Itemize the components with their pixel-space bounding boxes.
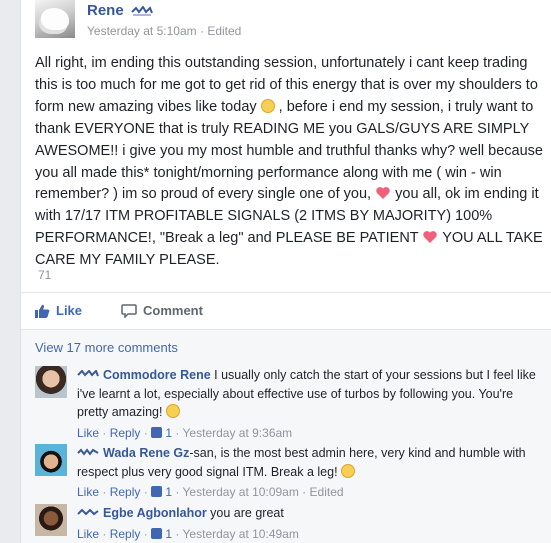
comment-meta: Like · Reply · 1 · Yesterday at 9:36am <box>77 425 293 440</box>
commenter-name[interactable]: Wada Rene Gz <box>103 446 189 460</box>
name-decoration-icon <box>77 448 99 456</box>
comment-time[interactable]: Yesterday at 10:49am <box>183 527 299 541</box>
comment-reply-link[interactable]: Reply <box>110 527 141 541</box>
comment-reply-link[interactable]: Reply <box>110 426 141 440</box>
smile-emoji-icon <box>165 404 180 418</box>
smile-emoji-icon <box>341 463 356 478</box>
commenter-name[interactable]: Egbe Agbonlahor <box>103 506 207 520</box>
comment-like-count[interactable]: 1 <box>165 485 172 499</box>
heart-emoji-icon <box>423 231 438 244</box>
like-count[interactable]: 71 <box>38 268 51 282</box>
post-timestamp: Yesterday at 5:10am · Edited <box>87 24 242 38</box>
author-avatar[interactable] <box>35 0 75 38</box>
like-badge-icon <box>151 426 163 438</box>
comment-like-link[interactable]: Like <box>77 527 99 541</box>
comment-like-count[interactable]: 1 <box>165 426 172 440</box>
comment-body: Wada Rene Gz-san, is the most best admin… <box>77 444 545 502</box>
author-name[interactable]: Rene <box>87 2 124 19</box>
post-body: All right, im ending this outstanding se… <box>35 53 550 272</box>
comment-body: Commodore Rene I usually only catch the … <box>77 366 545 442</box>
name-decoration-icon <box>77 370 99 377</box>
like-badge-icon <box>151 486 163 497</box>
comment-like-link[interactable]: Like <box>77 485 99 499</box>
comment-meta: Like · Reply · 1 · Yesterday at 10:49am <box>77 526 299 541</box>
name-decoration-icon <box>77 508 99 516</box>
comment-edited-label[interactable]: Edited <box>310 485 344 499</box>
name-decoration-icon <box>131 6 153 16</box>
comment-label: Comment <box>143 303 203 318</box>
comment-reply-link[interactable]: Reply <box>110 485 141 499</box>
comment-body: Egbe Agbonlahor you are great Like · Rep… <box>77 504 545 543</box>
like-button[interactable]: Like <box>35 303 82 318</box>
edited-label[interactable]: Edited <box>207 24 241 38</box>
comment-bubble-icon <box>121 303 137 318</box>
like-label: Like <box>56 303 83 318</box>
comment-button[interactable]: Comment <box>121 303 551 318</box>
divider <box>21 292 551 293</box>
comment-time[interactable]: Yesterday at 10:09am <box>183 485 299 499</box>
view-more-comments-link[interactable]: View 17 more comments <box>35 340 178 355</box>
heart-emoji-icon <box>376 187 390 200</box>
post-time[interactable]: Yesterday at 5:10am <box>87 24 197 38</box>
commenter-avatar[interactable] <box>35 504 67 536</box>
comments-section: View 17 more comments Commodore Rene I u… <box>21 330 551 543</box>
thumbs-up-icon <box>35 304 50 318</box>
commenter-avatar[interactable] <box>35 444 67 476</box>
smile-emoji-icon <box>260 98 275 113</box>
like-badge-icon <box>151 527 163 539</box>
commenter-name[interactable]: Commodore Rene <box>103 368 211 382</box>
comment-time[interactable]: Yesterday at 9:36am <box>183 426 293 440</box>
comment-like-count[interactable]: 1 <box>165 527 172 541</box>
comment-like-link[interactable]: Like <box>77 426 99 440</box>
post-card: Rene Yesterday at 5:10am · Edited All ri… <box>20 0 551 543</box>
comment-meta: Like · Reply · 1 · Yesterday at 10:09am … <box>77 485 344 499</box>
comment-text: you are great <box>206 506 284 520</box>
commenter-avatar[interactable] <box>35 366 67 398</box>
